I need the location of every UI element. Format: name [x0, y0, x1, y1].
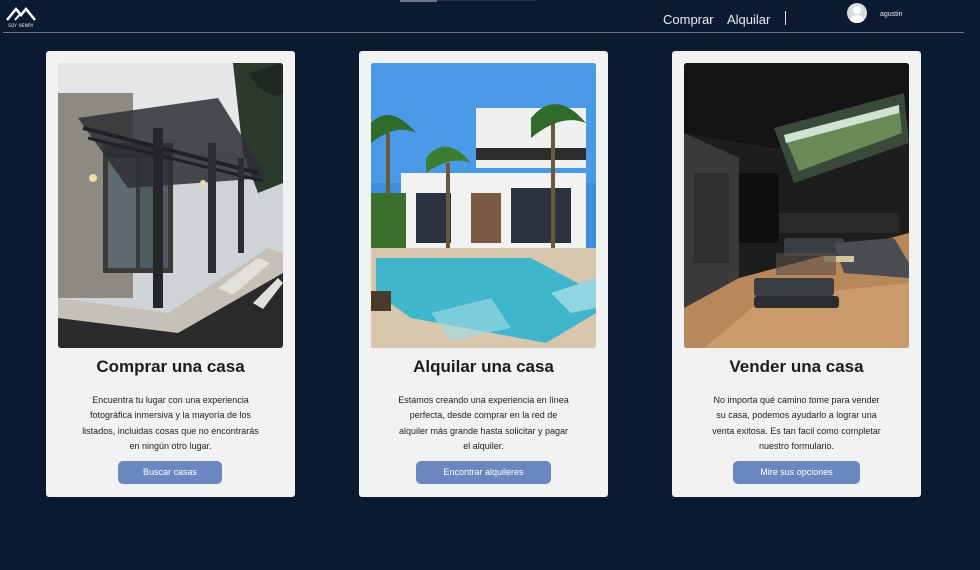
card-description: Estamos creando una experiencia en línea… [398, 395, 569, 451]
encontrar-alquileres-button[interactable]: Encontrar alquileres [416, 461, 551, 484]
logo-text: SOY HENRY [8, 23, 34, 28]
avatar-body [850, 15, 864, 23]
username[interactable]: agustin [880, 11, 903, 18]
avatar[interactable] [847, 3, 867, 23]
avatar-head [853, 6, 861, 14]
house-logo-icon [6, 7, 36, 21]
nav-comprar[interactable]: Comprar [663, 12, 714, 27]
buscar-casas-button[interactable]: Buscar casas [118, 461, 222, 484]
header-divider [3, 32, 964, 33]
card-title: Alquilar una casa [413, 357, 554, 376]
card-image-pool-villa [371, 63, 596, 348]
top-navbar: SOY HENRY Comprar Alquilar agustin [0, 0, 980, 33]
logo[interactable]: SOY HENRY [5, 4, 37, 30]
card-comprar: Comprar una casa Encuentra tu lugar con … [46, 51, 295, 497]
card-alquilar: Alquilar una casa Estamos creando una ex… [359, 51, 608, 497]
top-indicator-track [437, 0, 537, 1]
card-description: No importa qué camino tome para vender s… [712, 395, 881, 451]
card-image-modern-house [58, 63, 283, 348]
nav-alquilar[interactable]: Alquilar [727, 12, 770, 27]
card-description: Encuentra tu lugar con una experiencia f… [82, 395, 259, 451]
card-title: Vender una casa [729, 357, 864, 376]
top-indicator [400, 0, 437, 2]
card-image-living-room [684, 63, 909, 348]
card-vender: Vender una casa No importa qué camino to… [672, 51, 921, 497]
card-title: Comprar una casa [96, 357, 245, 376]
mire-sus-opciones-button[interactable]: Mire sus opciones [733, 461, 860, 484]
nav-divider [785, 11, 786, 25]
